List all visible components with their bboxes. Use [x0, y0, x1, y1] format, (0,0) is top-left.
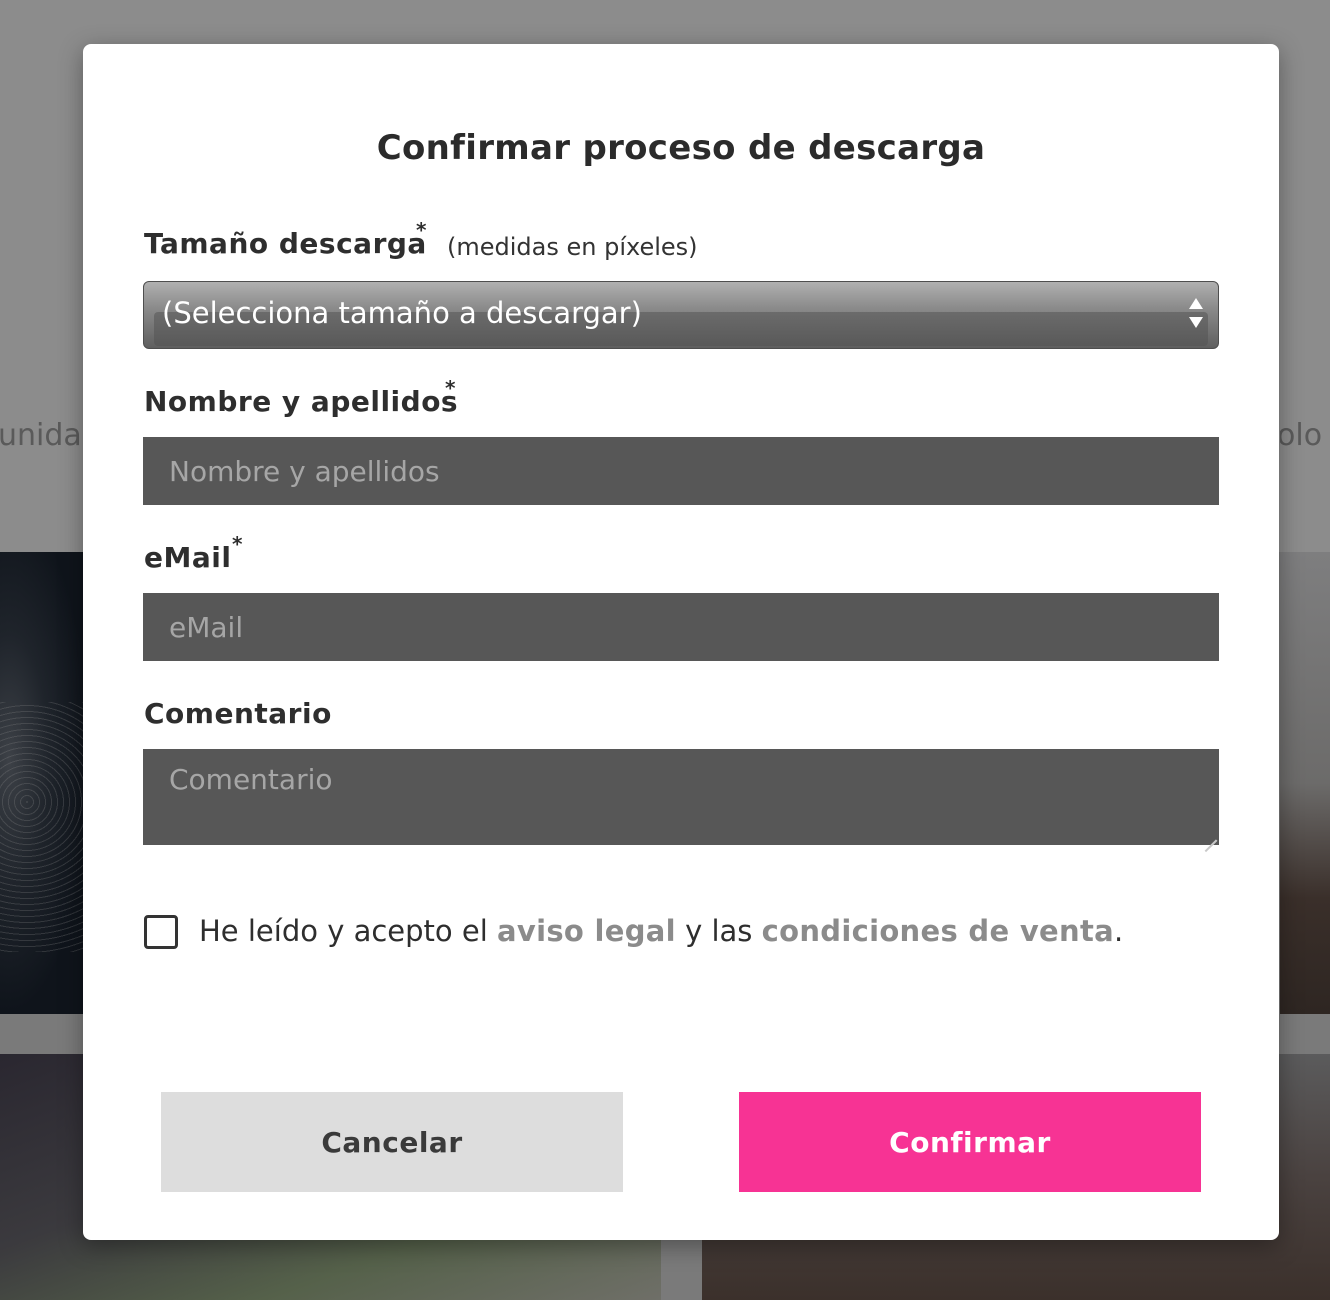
email-input[interactable]: [143, 593, 1219, 661]
required-asterisk: *: [445, 376, 456, 400]
cancel-button[interactable]: Cancelar: [161, 1092, 623, 1192]
email-field-label: eMail: [144, 541, 232, 574]
accept-terms-checkbox[interactable]: [144, 915, 178, 949]
background-text-left: unidad: [0, 418, 82, 453]
comment-field-label: Comentario: [144, 697, 332, 730]
consent-text-before: He leído y acepto el: [199, 914, 497, 948]
name-field-label: Nombre y apellidos: [144, 385, 459, 418]
consent-text-after: .: [1114, 914, 1124, 948]
select-arrows-icon: [1188, 296, 1204, 330]
sale-conditions-link[interactable]: condiciones de venta: [762, 914, 1114, 948]
background-photo: [1280, 552, 1330, 1014]
resize-handle-icon[interactable]: [1203, 826, 1217, 840]
legal-notice-link[interactable]: aviso legal: [497, 914, 676, 948]
name-input[interactable]: [143, 437, 1219, 505]
download-confirm-dialog: Confirmar proceso de descarga Tamaño des…: [83, 44, 1279, 1240]
required-asterisk: *: [416, 218, 427, 242]
consent-text-middle: y las: [675, 914, 762, 948]
dialog-title: Confirmar proceso de descarga: [376, 128, 986, 168]
size-field-hint: (medidas en píxeles): [447, 233, 698, 261]
comment-textarea[interactable]: [143, 749, 1219, 845]
confirm-button[interactable]: Confirmar: [739, 1092, 1201, 1192]
background-photo: [0, 552, 90, 1014]
consent-text: He leído y acepto el aviso legal y las c…: [199, 914, 1123, 948]
required-asterisk: *: [232, 532, 243, 556]
size-field-label: Tamaño descarga: [144, 227, 427, 260]
download-size-select[interactable]: (Selecciona tamaño a descargar): [143, 281, 1219, 349]
select-value: (Selecciona tamaño a descargar): [162, 296, 642, 330]
background-text-right: olo c: [1280, 418, 1330, 453]
